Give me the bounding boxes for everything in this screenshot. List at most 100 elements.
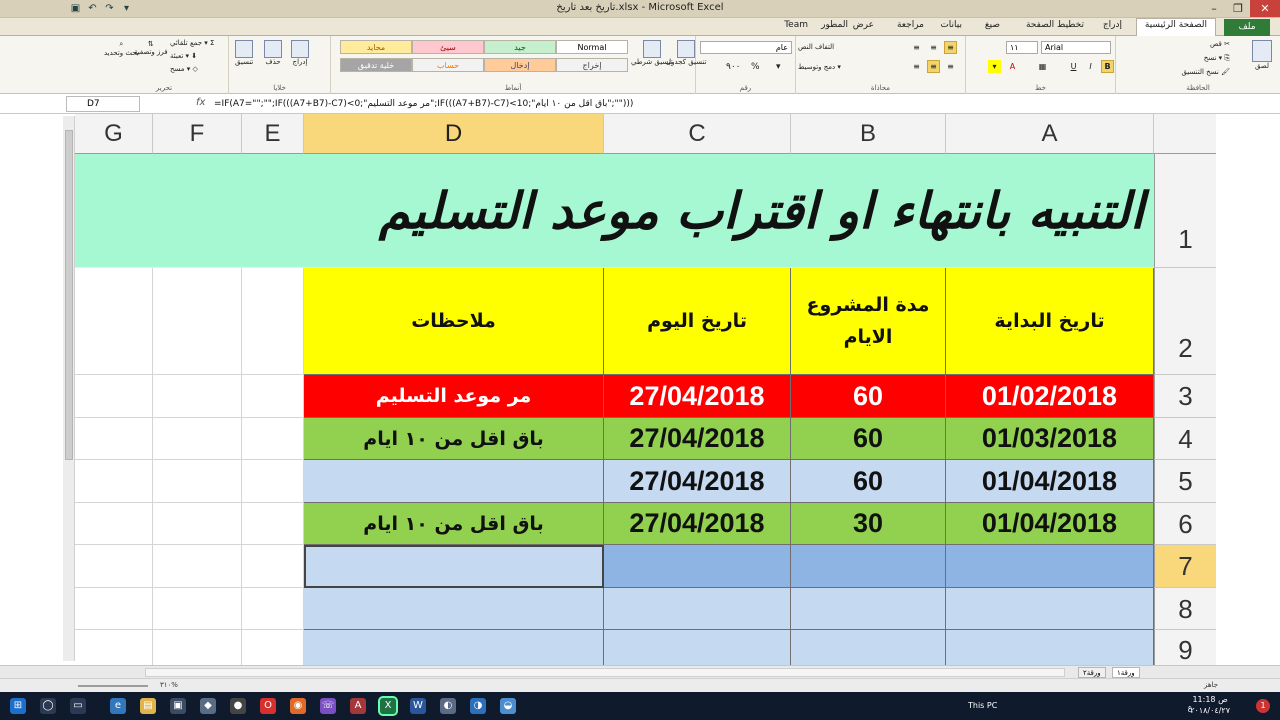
- cell-a5[interactable]: 01/04/2018: [946, 460, 1154, 503]
- font-name-box[interactable]: Arial: [1041, 41, 1111, 54]
- cell-g6[interactable]: [75, 503, 153, 545]
- header-cell-b[interactable]: مدة المشروع الايام: [791, 268, 946, 375]
- align-left-icon[interactable]: ≡: [910, 60, 923, 73]
- cell-f9[interactable]: [153, 630, 242, 665]
- column-header-e[interactable]: E: [242, 114, 304, 154]
- edge-icon[interactable]: e: [110, 698, 126, 714]
- sheet-tab-2[interactable]: ورقة٢: [1078, 667, 1106, 678]
- horizontal-scrollbar[interactable]: [145, 668, 1065, 677]
- cell-e3[interactable]: [242, 375, 304, 418]
- cell-f4[interactable]: [153, 418, 242, 460]
- access-icon[interactable]: A: [350, 698, 366, 714]
- find-select-button[interactable]: ⌕ بحث وتحديد: [104, 40, 139, 57]
- cell-b4[interactable]: 60: [791, 418, 946, 460]
- insert-function-icon[interactable]: fx: [196, 97, 205, 108]
- cell-a3[interactable]: 01/02/2018: [946, 375, 1154, 418]
- firefox-icon[interactable]: ◉: [290, 698, 306, 714]
- cell-d4[interactable]: باق اقل من ١٠ ايام: [304, 418, 604, 460]
- tab-home[interactable]: الصفحة الرئيسية: [1135, 18, 1216, 37]
- row-header-9[interactable]: 9: [1154, 630, 1216, 665]
- select-all-corner[interactable]: [1154, 114, 1216, 154]
- tab-data[interactable]: بيانات: [940, 20, 962, 30]
- cell-d3[interactable]: مر موعد التسليم: [304, 375, 604, 418]
- media-icon[interactable]: ●: [230, 698, 246, 714]
- borders-icon[interactable]: ▦: [1036, 60, 1049, 73]
- notification-badge[interactable]: 1: [1256, 699, 1270, 713]
- row-header-4[interactable]: 4: [1154, 418, 1216, 460]
- tab-view[interactable]: عرض: [853, 20, 874, 30]
- paste-button[interactable]: لصق: [1252, 40, 1272, 70]
- cell-e6[interactable]: [242, 503, 304, 545]
- header-cell-a[interactable]: تاريخ البداية: [946, 268, 1154, 375]
- cell-b9[interactable]: [791, 630, 946, 665]
- cell-g4[interactable]: [75, 418, 153, 460]
- cell-b3[interactable]: 60: [791, 375, 946, 418]
- cell-g9[interactable]: [75, 630, 153, 665]
- bold-button[interactable]: B: [1101, 60, 1114, 73]
- align-top-icon[interactable]: ≡: [944, 41, 957, 54]
- cell-b8[interactable]: [791, 588, 946, 630]
- store-icon[interactable]: ▣: [170, 698, 186, 714]
- tab-page-layout[interactable]: تخطيط الصفحة: [1026, 20, 1084, 30]
- vertical-scrollbar[interactable]: [63, 116, 75, 661]
- sheet-tab-1[interactable]: ورقة١: [1112, 667, 1140, 678]
- tab-review[interactable]: مراجعة: [897, 20, 924, 30]
- style-good[interactable]: جيد: [484, 40, 556, 54]
- title-cell[interactable]: التنبيه بانتهاء او اقتراب موعد التسليم: [75, 154, 1154, 268]
- cell-a6[interactable]: 01/04/2018: [946, 503, 1154, 545]
- excel-taskbar-icon[interactable]: X: [378, 696, 398, 716]
- tab-insert[interactable]: إدراج: [1103, 20, 1122, 30]
- row-header-8[interactable]: 8: [1154, 588, 1216, 630]
- format-painter-button[interactable]: نسخ التنسيق 🖌: [1181, 68, 1230, 76]
- italic-button[interactable]: I: [1084, 60, 1097, 73]
- currency-button[interactable]: ▾: [776, 62, 781, 72]
- fill-color-icon[interactable]: ▾: [988, 60, 1001, 73]
- delete-cells-button[interactable]: حذف: [264, 40, 282, 66]
- cell-c4[interactable]: 27/04/2018: [604, 418, 791, 460]
- style-calculation[interactable]: حساب: [412, 58, 484, 72]
- align-center-icon[interactable]: ≡: [927, 60, 940, 73]
- copy-button[interactable]: نسخ ▾ ⎘: [1204, 54, 1230, 63]
- tab-developer[interactable]: المطور: [821, 20, 848, 30]
- cell-g2[interactable]: [75, 268, 153, 375]
- column-header-a[interactable]: A: [946, 114, 1154, 154]
- zoom-level[interactable]: ٣١٠%: [160, 681, 178, 689]
- row-header-2[interactable]: 2: [1154, 268, 1216, 375]
- cell-b7[interactable]: [791, 545, 946, 588]
- file-explorer-icon[interactable]: ▤: [140, 698, 156, 714]
- cell-g8[interactable]: [75, 588, 153, 630]
- row-header-1[interactable]: 1: [1154, 154, 1216, 268]
- restore-button[interactable]: ❐: [1226, 0, 1250, 17]
- row-header-5[interactable]: 5: [1154, 460, 1216, 503]
- cell-c3[interactable]: 27/04/2018: [604, 375, 791, 418]
- wrap-text-button[interactable]: التفاف النص: [798, 43, 834, 51]
- fill-button[interactable]: تعبئة ▾ ⬇: [170, 52, 197, 60]
- cell-g3[interactable]: [75, 375, 153, 418]
- tab-team[interactable]: Team: [784, 20, 808, 30]
- merge-center-button[interactable]: دمج وتوسيط ▾: [798, 63, 841, 71]
- cell-c7[interactable]: [604, 545, 791, 588]
- formula-input[interactable]: =IF(A7="";"";IF(((A7+B7)-C7)<0;"مر موعد …: [214, 97, 1194, 111]
- cell-c9[interactable]: [604, 630, 791, 665]
- cell-f8[interactable]: [153, 588, 242, 630]
- sort-filter-button[interactable]: ⇅ فرز وتصفية: [134, 40, 168, 56]
- cell-c6[interactable]: 27/04/2018: [604, 503, 791, 545]
- minimize-button[interactable]: –: [1202, 0, 1226, 17]
- cell-d6[interactable]: باق اقل من ١٠ ايام: [304, 503, 604, 545]
- cut-button[interactable]: قص ✂: [1210, 40, 1230, 48]
- tab-formulas[interactable]: صيغ: [985, 20, 1000, 30]
- column-header-f[interactable]: F: [153, 114, 242, 154]
- cell-a8[interactable]: [946, 588, 1154, 630]
- percent-button[interactable]: %: [751, 62, 760, 72]
- viber-icon[interactable]: ☏: [320, 698, 336, 714]
- align-middle-icon[interactable]: ≡: [927, 41, 940, 54]
- cell-e7[interactable]: [242, 545, 304, 588]
- clear-button[interactable]: مسح ▾ ◇: [170, 65, 198, 73]
- column-header-b[interactable]: B: [791, 114, 946, 154]
- clock[interactable]: 11:18 ص ٢٠١٨/٠٤/٢٧: [1190, 694, 1230, 716]
- task-view-icon[interactable]: ▭: [70, 698, 86, 714]
- close-button[interactable]: ✕: [1250, 0, 1280, 17]
- opera-icon[interactable]: O: [260, 698, 276, 714]
- tab-file[interactable]: ملف: [1224, 19, 1270, 36]
- cell-b6[interactable]: 30: [791, 503, 946, 545]
